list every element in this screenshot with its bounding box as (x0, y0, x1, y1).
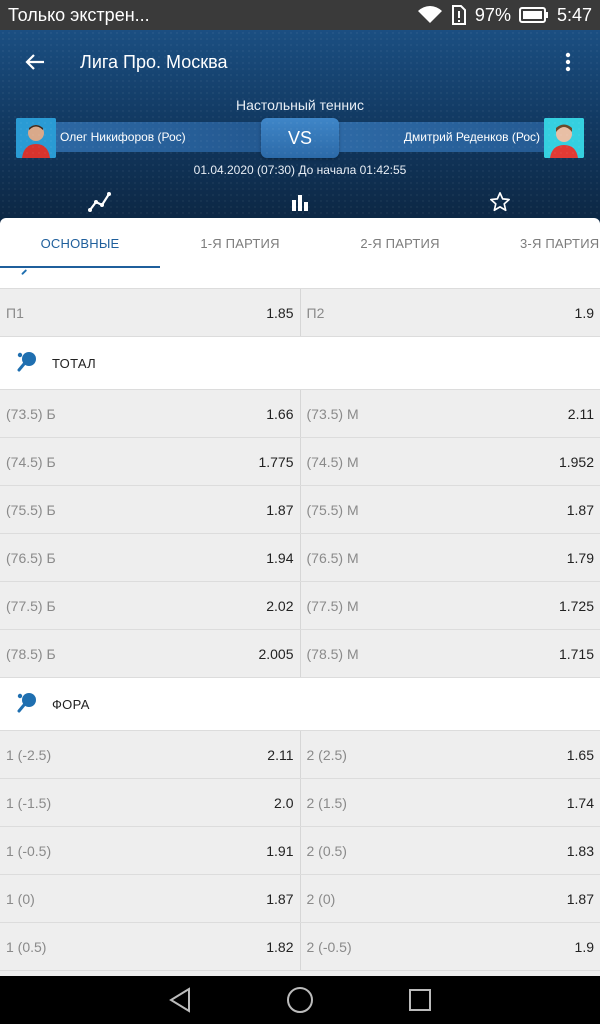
market-tabs: ОСНОВНЫЕ 1-Я ПАРТИЯ 2-Я ПАРТИЯ 3-Я ПАРТИ… (0, 218, 600, 268)
page-title: Лига Про. Москва (80, 51, 228, 72)
clock: 5:47 (556, 4, 592, 25)
wifi-icon (417, 5, 443, 25)
team2-name: Дмитрий Реденков (Рос) (403, 130, 540, 144)
notification-text: Только экстрен... (8, 4, 150, 25)
tab-set-2[interactable]: 2-Я ПАРТИЯ (320, 218, 480, 268)
bet-cell[interactable]: 1 (0.5) 1.82 (0, 923, 301, 970)
bet-cell[interactable]: 1 (-1.5) 2.0 (0, 779, 301, 826)
bet-cell[interactable]: 1 (-2.5) 2.11 (0, 731, 301, 778)
arrow-left-icon (25, 54, 44, 70)
bet-cell[interactable]: 2 (0) 1.87 (301, 875, 600, 922)
table-row: (76.5) Б 1.94 (76.5) М 1.79 (0, 534, 600, 582)
section-header-partial (0, 268, 600, 289)
handicap-rows: 1 (-2.5) 2.11 2 (2.5) 1.65 1 (-1.5) 2.0 2 (… (0, 731, 600, 971)
team2-avatar (544, 118, 584, 158)
bet-cell-p1[interactable]: П1 1.85 (0, 289, 301, 336)
status-bar: Только экстрен... 97% 5:47 (0, 0, 600, 30)
team1-name: Олег Никифоров (Рос) (60, 130, 186, 144)
bar-chart-icon (292, 195, 308, 211)
bet-cell[interactable]: 2 (2.5) 1.65 (301, 731, 600, 778)
stats-line-button[interactable] (86, 188, 114, 216)
tab-set-1[interactable]: 1-Я ПАРТИЯ (160, 218, 320, 268)
triangle-back-icon (169, 987, 190, 1013)
sport-name: Настольный теннис (236, 97, 364, 113)
table-row: 1 (-2.5) 2.11 2 (2.5) 1.65 (0, 731, 600, 779)
bet-cell[interactable]: (76.5) М 1.79 (301, 534, 600, 581)
nav-home-button[interactable] (280, 980, 320, 1020)
bet-cell[interactable]: (77.5) М 1.725 (301, 582, 600, 629)
match-header: Лига Про. Москва Настольный теннис Олег … (0, 30, 600, 226)
total-rows: (73.5) Б 1.66 (73.5) М 2.11 (74.5) Б 1.775 … (0, 390, 600, 678)
table-tennis-icon (16, 350, 38, 377)
bet-cell[interactable]: (75.5) М 1.87 (301, 486, 600, 533)
table-row: 1 (-0.5) 1.91 2 (0.5) 1.83 (0, 827, 600, 875)
bet-cell[interactable]: 1 (-0.5) 1.91 (0, 827, 301, 874)
table-row: 1 (-1.5) 2.0 2 (1.5) 1.74 (0, 779, 600, 827)
bet-cell[interactable]: 1 (0) 1.87 (0, 875, 301, 922)
team1-avatar (16, 118, 56, 158)
match-teams: Олег Никифоров (Рос) Дмитрий Реденков (Р… (16, 118, 584, 158)
section-header-handicap[interactable]: ФОРА (0, 678, 600, 731)
more-vert-icon (565, 52, 571, 72)
stats-bar-button[interactable] (286, 188, 314, 216)
section-header-total[interactable]: ТОТАЛ (0, 337, 600, 390)
circle-home-icon (287, 987, 313, 1013)
header-actions (0, 188, 600, 216)
bet-cell[interactable]: (74.5) Б 1.775 (0, 438, 301, 485)
app-bar: Лига Про. Москва (0, 30, 600, 94)
table-row: (77.5) Б 2.02 (77.5) М 1.725 (0, 582, 600, 630)
nav-recents-button[interactable] (400, 980, 440, 1020)
tab-set-3[interactable]: 3-Я ПАРТИЯ (480, 218, 600, 268)
bet-cell[interactable]: 2 (0.5) 1.83 (301, 827, 600, 874)
back-button[interactable] (0, 30, 70, 94)
bet-cell[interactable]: 2 (-0.5) 1.9 (301, 923, 600, 970)
bet-cell[interactable]: (78.5) Б 2.005 (0, 630, 301, 677)
vs-badge: VS (261, 118, 339, 158)
bet-cell[interactable]: (73.5) Б 1.66 (0, 390, 301, 437)
star-outline-icon (490, 192, 510, 212)
section-title-total: ТОТАЛ (52, 355, 96, 371)
system-nav-bar (0, 976, 600, 1024)
markets-list: П1 1.85 П2 1.9 ТОТАЛ (73.5) Б 1.66 (73.5)… (0, 268, 600, 976)
bet-cell[interactable]: (73.5) М 2.11 (301, 390, 600, 437)
bet-cell[interactable]: (77.5) Б 2.02 (0, 582, 301, 629)
bet-cell[interactable]: 2 (1.5) 1.74 (301, 779, 600, 826)
section-title-handicap: ФОРА (52, 696, 90, 712)
table-row: (73.5) Б 1.66 (73.5) М 2.11 (0, 390, 600, 438)
square-recents-icon (409, 989, 431, 1011)
table-row: 1 (0.5) 1.82 2 (-0.5) 1.9 (0, 923, 600, 971)
bet-cell-p2[interactable]: П2 1.9 (301, 289, 600, 336)
table-tennis-icon (16, 268, 38, 280)
sim-alert-icon (451, 5, 467, 25)
bet-cell[interactable]: (78.5) М 1.715 (301, 630, 600, 677)
bet-cell[interactable]: (75.5) Б 1.87 (0, 486, 301, 533)
table-row: (78.5) Б 2.005 (78.5) М 1.715 (0, 630, 600, 678)
bet-cell[interactable]: (76.5) Б 1.94 (0, 534, 301, 581)
battery-percent: 97% (474, 4, 511, 25)
nav-back-button[interactable] (160, 980, 200, 1020)
match-datetime: 01.04.2020 (07:30) До начала 01:42:55 (193, 163, 407, 177)
table-row: (74.5) Б 1.775 (74.5) М 1.952 (0, 438, 600, 486)
table-row: 1 (0) 1.87 2 (0) 1.87 (0, 875, 600, 923)
more-options-button[interactable] (536, 30, 600, 94)
battery-icon (518, 6, 549, 24)
bet-cell[interactable]: (74.5) М 1.952 (301, 438, 600, 485)
result-row: П1 1.85 П2 1.9 (0, 289, 600, 337)
tab-main[interactable]: ОСНОВНЫЕ (0, 218, 160, 268)
table-row: (75.5) Б 1.87 (75.5) М 1.87 (0, 486, 600, 534)
line-chart-icon (88, 192, 111, 212)
favorite-button[interactable] (486, 188, 514, 216)
table-tennis-icon (16, 691, 38, 718)
